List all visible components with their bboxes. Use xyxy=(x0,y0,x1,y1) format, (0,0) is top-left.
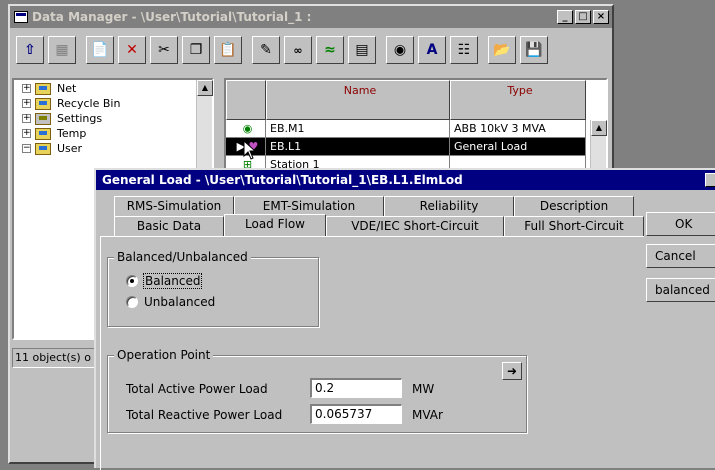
binoculars-icon[interactable]: ◉ xyxy=(386,36,414,64)
grid-cell-name[interactable]: EB.L1 xyxy=(266,138,450,156)
close-button[interactable]: × xyxy=(593,10,609,24)
balanced-group-title: Balanced/Unbalanced xyxy=(114,250,251,264)
grid-scrollbar[interactable]: ▲ xyxy=(590,120,607,168)
tree-item-label: Recycle Bin xyxy=(57,97,121,110)
maximize-button[interactable]: □ xyxy=(575,10,591,24)
graph-icon[interactable]: ≈ xyxy=(316,36,344,64)
script-icon[interactable]: ∞ xyxy=(284,36,312,64)
tree-item-recycle-bin[interactable]: + Recycle Bin xyxy=(22,97,120,110)
folder-icon xyxy=(35,82,51,95)
tree-item-user[interactable]: − User xyxy=(22,142,82,155)
tree-item-settings[interactable]: + Settings xyxy=(22,112,102,125)
edit-icon[interactable]: ✎ xyxy=(252,36,280,64)
object-grid[interactable]: Name Type ◉ EB.M1 ABB 10kV 3 MVA ▶ ♥ EB.… xyxy=(224,78,608,174)
dialog-close-button[interactable] xyxy=(705,173,715,187)
tree-item-label: Net xyxy=(57,82,77,95)
tree-item-net[interactable]: + Net xyxy=(22,82,76,95)
mouse-cursor-icon xyxy=(243,140,257,160)
folder-icon xyxy=(35,97,51,110)
grid-corner-header xyxy=(226,80,266,120)
tree-item-temp[interactable]: + Temp xyxy=(22,127,86,140)
tree-item-label: Settings xyxy=(57,112,103,125)
motor-icon[interactable]: ◉ xyxy=(226,120,266,138)
radio-unchecked-icon[interactable] xyxy=(126,296,138,308)
column-header-type[interactable]: Type xyxy=(450,80,586,120)
balanced-button[interactable]: balanced xyxy=(646,278,715,302)
scroll-up-icon[interactable]: ▲ xyxy=(591,120,607,136)
collapse-icon[interactable]: − xyxy=(22,144,31,153)
radio-unbalanced-label: Unbalanced xyxy=(144,295,216,309)
tab-emt-simulation[interactable]: EMT-Simulation xyxy=(234,196,384,216)
data-manager-app-icon xyxy=(14,11,28,23)
expand-icon[interactable]: + xyxy=(22,129,31,138)
ok-button[interactable]: OK xyxy=(646,212,715,236)
tree-item-label: Temp xyxy=(57,127,87,140)
tree-item-label: User xyxy=(57,142,83,155)
grid-cell-type[interactable]: ABB 10kV 3 MVA xyxy=(450,120,586,138)
tab-full-short-circuit[interactable]: Full Short-Circuit xyxy=(504,216,644,236)
tab-basic-data[interactable]: Basic Data xyxy=(114,216,224,236)
open-icon[interactable]: 📂 xyxy=(488,36,516,64)
column-header-name[interactable]: Name xyxy=(266,80,450,120)
settings-folder-icon xyxy=(35,112,51,125)
active-power-label: Total Active Power Load xyxy=(126,382,268,396)
expand-icon[interactable]: + xyxy=(22,99,31,108)
detail-view-icon[interactable]: ▦ xyxy=(48,36,76,64)
tab-reliability[interactable]: Reliability xyxy=(384,196,514,216)
operation-group-title: Operation Point xyxy=(114,348,214,362)
paste-icon[interactable]: 📋 xyxy=(214,36,242,64)
data-icon[interactable]: ▤ xyxy=(348,36,376,64)
tab-vde-iec-short-circuit[interactable]: VDE/IEC Short-Circuit xyxy=(326,216,504,236)
dialog-titlebar[interactable]: General Load - \User\Tutorial\Tutorial_1… xyxy=(96,170,715,190)
cut-icon[interactable]: ✂ xyxy=(150,36,178,64)
expand-icon[interactable]: + xyxy=(22,84,31,93)
grid-cell-type[interactable]: General Load xyxy=(450,138,586,156)
delete-icon[interactable]: ✕ xyxy=(118,36,146,64)
minimize-button[interactable]: _ xyxy=(557,10,573,24)
open-folder-icon xyxy=(35,142,51,155)
text-font-icon[interactable]: A xyxy=(418,36,446,64)
tab-rms-simulation[interactable]: RMS-Simulation xyxy=(114,196,234,216)
copy-icon[interactable]: ❐ xyxy=(182,36,210,64)
report-icon[interactable]: ☷ xyxy=(450,36,478,64)
save-icon[interactable]: 💾 xyxy=(520,36,548,64)
active-power-unit: MW xyxy=(412,382,435,396)
folder-icon xyxy=(35,127,51,140)
radio-balanced[interactable]: Balanced xyxy=(126,273,203,289)
operation-point-group: Operation Point ➜ Total Active Power Loa… xyxy=(107,348,527,433)
cancel-button[interactable]: Cancel xyxy=(646,244,715,268)
reactive-power-label: Total Reactive Power Load xyxy=(126,408,283,422)
grid-cell-name[interactable]: EB.M1 xyxy=(266,120,450,138)
expand-icon[interactable]: + xyxy=(22,114,31,123)
load-flow-panel: Balanced/Unbalanced Balanced Unbalanced … xyxy=(100,236,644,470)
data-manager-titlebar[interactable]: Data Manager - \User\Tutorial\Tutorial_1… xyxy=(10,6,612,28)
radio-balanced-label: Balanced xyxy=(142,273,203,289)
new-object-icon[interactable]: 📄 xyxy=(86,36,114,64)
up-level-icon[interactable]: ⇧ xyxy=(16,36,44,64)
data-manager-title: Data Manager - \User\Tutorial\Tutorial_1… xyxy=(32,10,312,24)
reactive-power-field[interactable]: 0.065737 xyxy=(310,404,402,424)
arrow-right-icon[interactable]: ➜ xyxy=(502,362,522,380)
radio-unbalanced[interactable]: Unbalanced xyxy=(126,295,215,309)
reactive-power-unit: MVAr xyxy=(412,408,443,422)
radio-checked-icon[interactable] xyxy=(126,275,138,287)
data-manager-toolbar: ⇧ ▦ 📄 ✕ ✂ ❐ 📋 ✎ ∞ ≈ ▤ ◉ A ☷ 📂 💾 xyxy=(16,32,548,68)
balanced-unbalanced-group: Balanced/Unbalanced Balanced Unbalanced xyxy=(107,250,319,327)
active-power-field[interactable]: 0.2 xyxy=(310,378,402,398)
general-load-dialog: General Load - \User\Tutorial\Tutorial_1… xyxy=(94,168,715,470)
tab-load-flow[interactable]: Load Flow xyxy=(224,214,326,236)
dialog-title: General Load - \User\Tutorial\Tutorial_1… xyxy=(102,173,463,187)
scroll-up-icon[interactable]: ▲ xyxy=(197,80,213,96)
tab-description[interactable]: Description xyxy=(514,196,634,216)
